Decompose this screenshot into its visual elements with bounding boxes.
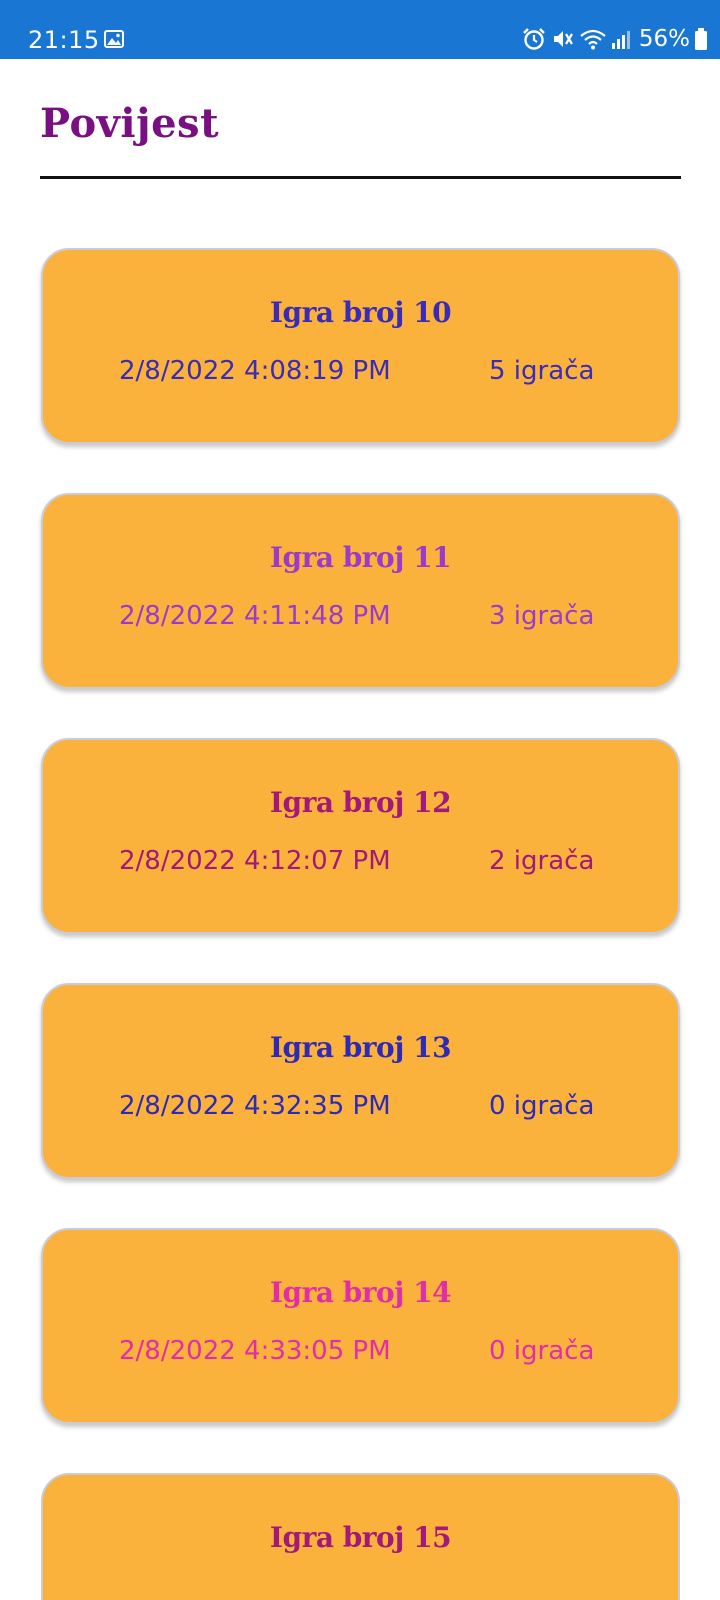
battery-percent: 56% (638, 26, 690, 52)
game-date: 2/8/2022 4:33:05 PM (119, 1336, 391, 1366)
page-title: Povijest (40, 100, 220, 147)
game-title: Igra broj 15 (269, 1521, 452, 1554)
game-card[interactable]: Igra broj 14 2/8/2022 4:33:05 PM 0 igrač… (41, 1228, 680, 1424)
game-title: Igra broj 10 (269, 296, 452, 329)
game-date: 2/8/2022 4:08:19 PM (119, 356, 391, 386)
status-time: 21:15 (28, 26, 100, 54)
wifi-icon (580, 29, 606, 50)
game-date: 2/8/2022 4:11:48 PM (119, 601, 391, 631)
game-players: 2 igrača (489, 846, 595, 876)
game-title: Igra broj 13 (269, 1031, 452, 1064)
status-icons: 56% (521, 26, 708, 52)
game-players: 5 igrača (489, 356, 595, 386)
game-card[interactable]: Igra broj 11 2/8/2022 4:11:48 PM 3 igrač… (41, 493, 680, 689)
status-bar: 21:15 56% (0, 0, 720, 59)
game-card[interactable]: Igra broj 12 2/8/2022 4:12:07 PM 2 igrač… (41, 738, 680, 934)
game-title: Igra broj 11 (269, 541, 452, 574)
game-title: Igra broj 12 (269, 786, 452, 819)
game-players: 3 igrača (489, 601, 595, 631)
mute-icon (553, 31, 573, 47)
game-players: 0 igrača (489, 1091, 595, 1121)
battery-icon (695, 28, 707, 50)
game-card[interactable]: Igra broj 13 2/8/2022 4:32:35 PM 0 igrač… (41, 983, 680, 1179)
game-date: 2/8/2022 4:12:07 PM (119, 846, 391, 876)
signal-icon (611, 31, 630, 49)
game-date: 2/8/2022 4:32:35 PM (119, 1091, 391, 1121)
game-card[interactable]: Igra broj 15 (41, 1473, 680, 1600)
game-card[interactable]: Igra broj 10 2/8/2022 4:08:19 PM 5 igrač… (41, 248, 680, 444)
game-players: 0 igrača (489, 1336, 595, 1366)
game-title: Igra broj 14 (269, 1276, 452, 1309)
alarm-icon (523, 28, 545, 50)
gallery-icon (104, 30, 124, 48)
title-divider (40, 176, 681, 179)
